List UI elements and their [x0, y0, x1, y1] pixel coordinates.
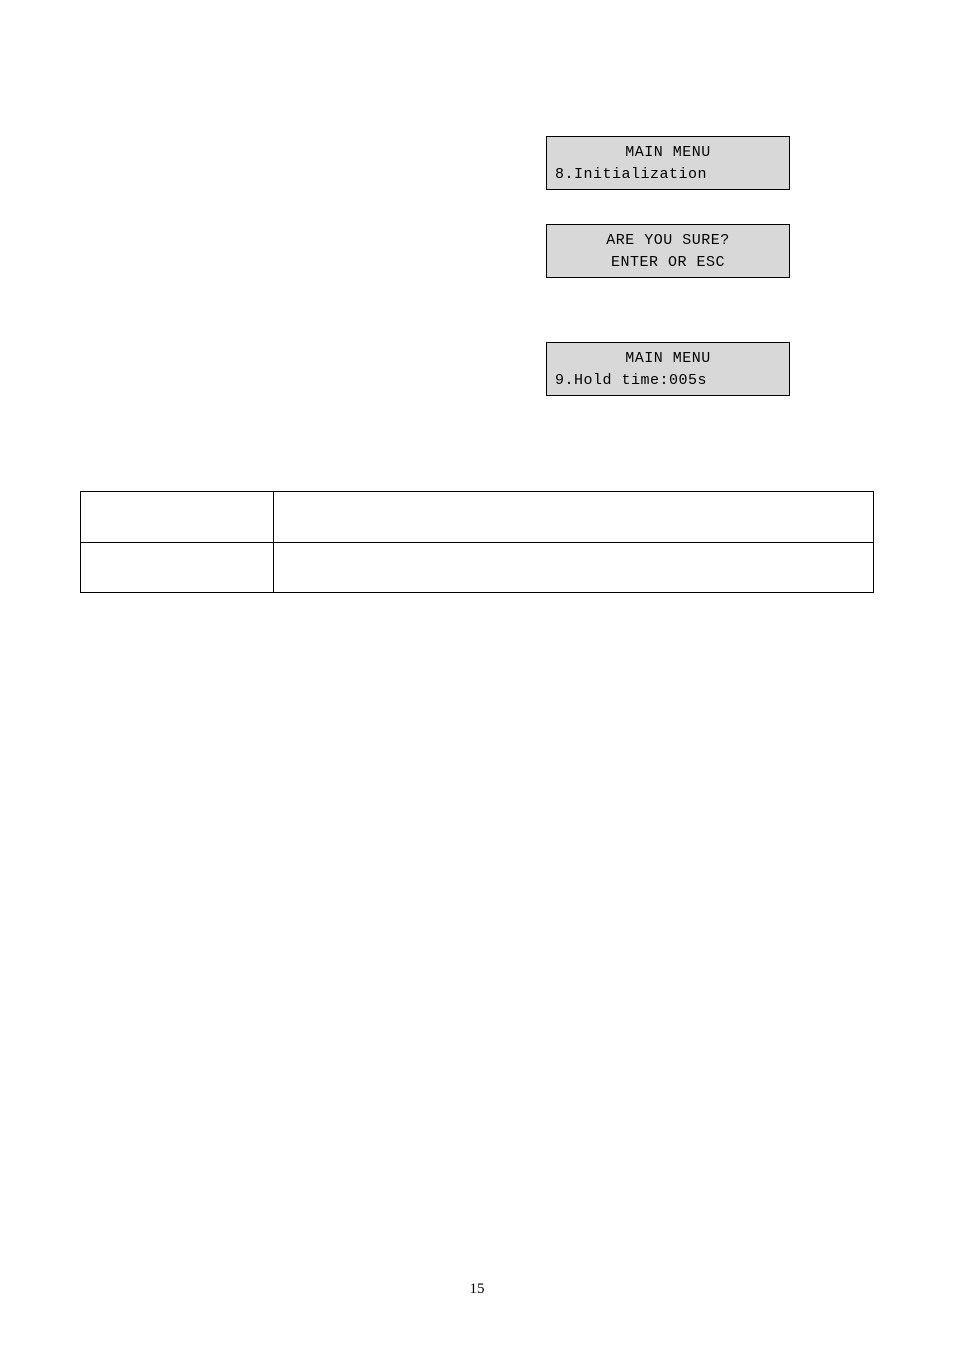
lcd-line-title: MAIN MENU	[555, 348, 781, 370]
lcd-line-title: MAIN MENU	[555, 142, 781, 164]
empty-table	[80, 491, 874, 593]
lcd-display-confirm: ARE YOU SURE? ENTER OR ESC	[546, 224, 790, 278]
lcd-line-options: ENTER OR ESC	[555, 252, 781, 274]
lcd-display-initialization: MAIN MENU 8.Initialization	[546, 136, 790, 190]
table-cell-left	[81, 543, 274, 592]
lcd-display-hold-time: MAIN MENU 9.Hold time:005s	[546, 342, 790, 396]
page-number: 15	[0, 1281, 954, 1298]
table-cell-left	[81, 492, 274, 542]
table-row	[81, 492, 873, 542]
lcd-line-item: 8.Initialization	[555, 164, 781, 186]
table-cell-right	[274, 543, 873, 592]
table-row	[81, 542, 873, 592]
lcd-line-prompt: ARE YOU SURE?	[555, 230, 781, 252]
table-cell-right	[274, 492, 873, 542]
lcd-line-item: 9.Hold time:005s	[555, 370, 781, 392]
